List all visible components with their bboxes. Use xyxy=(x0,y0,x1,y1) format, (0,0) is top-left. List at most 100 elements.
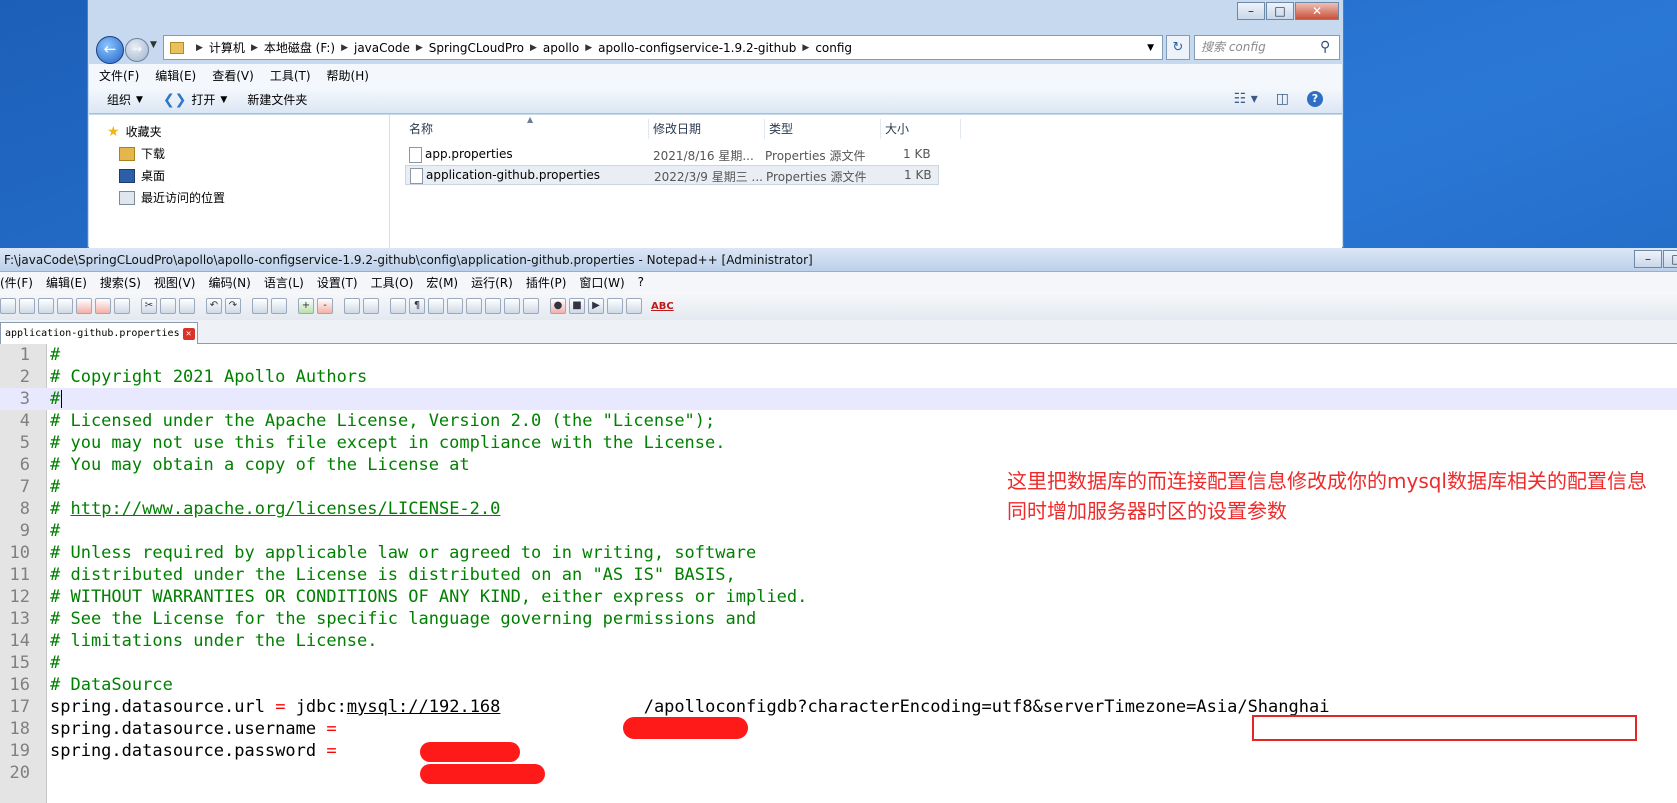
line-text: # xyxy=(50,521,61,541)
preview-pane-icon[interactable]: ◫ xyxy=(1276,91,1289,107)
cut-icon[interactable]: ✂ xyxy=(141,298,157,314)
minimize-icon[interactable]: – xyxy=(1237,2,1265,20)
print-icon[interactable] xyxy=(114,298,130,314)
line-text: spring.datasource.url = jdbc:mysql://192… xyxy=(50,696,1329,718)
sync-horizontal-icon[interactable] xyxy=(363,298,379,314)
menu-encoding[interactable]: 编码(N) xyxy=(208,274,250,291)
stop-macro-icon[interactable]: ■ xyxy=(569,298,585,314)
chevron-down-icon: ▼ xyxy=(136,94,143,105)
new-file-icon[interactable] xyxy=(0,298,16,314)
menu-help[interactable]: 帮助(H) xyxy=(327,67,369,84)
nav-item-desktop[interactable]: 桌面 xyxy=(119,167,165,184)
paste-icon[interactable] xyxy=(179,298,195,314)
help-icon[interactable]: ? xyxy=(1307,91,1323,107)
record-macro-icon[interactable]: ● xyxy=(550,298,566,314)
copy-icon[interactable] xyxy=(160,298,176,314)
search-input[interactable]: 搜索 config xyxy=(1194,35,1340,60)
replace-icon[interactable] xyxy=(271,298,287,314)
chevron-right-icon[interactable]: ▶ xyxy=(802,43,809,53)
tab-application-github-properties[interactable]: application-github.properties ✕ xyxy=(0,322,198,344)
column-header-date[interactable]: 修改日期 xyxy=(649,119,765,139)
play-multiple-icon[interactable] xyxy=(607,298,623,314)
chevron-right-icon[interactable]: ▶ xyxy=(341,43,348,53)
zoom-out-icon[interactable]: - xyxy=(317,298,333,314)
doc-map-icon[interactable] xyxy=(466,298,482,314)
menu-plugins[interactable]: 插件(P) xyxy=(526,274,567,291)
spell-check-icon[interactable]: ABC xyxy=(651,301,674,312)
menu-file[interactable]: (件(F) xyxy=(0,274,33,291)
chevron-right-icon[interactable]: ▶ xyxy=(196,43,203,53)
column-header-size[interactable]: 大小 xyxy=(881,119,961,139)
menu-tools[interactable]: 工具(T) xyxy=(270,67,311,84)
history-dropdown-icon[interactable]: ▼ xyxy=(150,40,157,50)
search-icon[interactable]: ⚲ xyxy=(1320,39,1330,55)
show-all-chars-icon[interactable]: ¶ xyxy=(409,298,425,314)
nav-item-recent[interactable]: 最近访问的位置 xyxy=(119,189,225,206)
redo-icon[interactable]: ↷ xyxy=(225,298,241,314)
word-wrap-icon[interactable] xyxy=(390,298,406,314)
breadcrumb-item[interactable]: javaCode xyxy=(354,41,410,55)
file-row[interactable]: app.properties 2021/8/16 星期... Propertie… xyxy=(405,145,939,165)
indent-guide-icon[interactable] xyxy=(428,298,444,314)
close-all-icon[interactable] xyxy=(95,298,111,314)
maximize-icon[interactable]: □ xyxy=(1266,2,1294,20)
undo-icon[interactable]: ↶ xyxy=(206,298,222,314)
sync-vertical-icon[interactable] xyxy=(344,298,360,314)
breadcrumb-item[interactable]: apollo-configservice-1.9.2-github xyxy=(598,41,796,55)
menu-view[interactable]: 视图(V) xyxy=(154,274,196,291)
column-header-type[interactable]: 类型 xyxy=(765,119,881,139)
menu-tools[interactable]: 工具(O) xyxy=(371,274,414,291)
address-dropdown-icon[interactable]: ▼ xyxy=(1147,43,1154,53)
breadcrumb-item[interactable]: config xyxy=(815,41,852,55)
minimize-icon[interactable]: – xyxy=(1634,250,1662,268)
menu-settings[interactable]: 设置(T) xyxy=(317,274,358,291)
new-folder-label: 新建文件夹 xyxy=(247,93,308,107)
menu-help[interactable]: ? xyxy=(638,275,644,289)
close-icon[interactable]: ✕ xyxy=(1295,2,1339,20)
nav-item-label: 桌面 xyxy=(141,169,166,183)
function-list-icon[interactable] xyxy=(485,298,501,314)
menu-run[interactable]: 运行(R) xyxy=(471,274,513,291)
open-file-icon[interactable] xyxy=(19,298,35,314)
back-arrow-icon[interactable]: ← xyxy=(96,36,124,64)
save-icon[interactable] xyxy=(38,298,54,314)
chevron-right-icon[interactable]: ▶ xyxy=(585,43,592,53)
organize-button[interactable]: 组织 ▼ xyxy=(107,91,143,108)
save-all-icon[interactable] xyxy=(57,298,73,314)
breadcrumb-item[interactable]: 计算机 xyxy=(209,39,245,56)
menu-window[interactable]: 窗口(W) xyxy=(579,274,624,291)
file-row[interactable]: application-github.properties 2022/3/9 星… xyxy=(405,165,939,185)
menu-view[interactable]: 查看(V) xyxy=(212,67,254,84)
menu-macro[interactable]: 宏(M) xyxy=(426,274,458,291)
maximize-icon[interactable]: □ xyxy=(1663,250,1677,268)
open-button[interactable]: ❮❯ 打开 ▼ xyxy=(163,91,227,108)
chevron-right-icon[interactable]: ▶ xyxy=(530,43,537,53)
nav-item-downloads[interactable]: 下载 xyxy=(119,145,165,162)
chevron-right-icon[interactable]: ▶ xyxy=(416,43,423,53)
close-tab-icon[interactable]: ✕ xyxy=(182,327,195,340)
udl-icon[interactable] xyxy=(447,298,463,314)
breadcrumb-item[interactable]: apollo xyxy=(543,41,579,55)
nav-item-favorites[interactable]: ★ 收藏夹 xyxy=(107,123,162,140)
menu-edit[interactable]: 编辑(E) xyxy=(155,67,196,84)
new-folder-button[interactable]: 新建文件夹 xyxy=(247,91,307,108)
monitoring-icon[interactable] xyxy=(523,298,539,314)
forward-arrow-icon[interactable]: → xyxy=(125,38,149,62)
chevron-right-icon[interactable]: ▶ xyxy=(251,43,258,53)
view-options-icon[interactable]: ☷ ▾ xyxy=(1234,91,1258,107)
menu-file[interactable]: 文件(F) xyxy=(99,67,139,84)
zoom-in-icon[interactable]: + xyxy=(298,298,314,314)
license-link[interactable]: http://www.apache.org/licenses/LICENSE-2… xyxy=(71,499,501,519)
menu-language[interactable]: 语言(L) xyxy=(264,274,304,291)
find-icon[interactable] xyxy=(252,298,268,314)
menu-search[interactable]: 搜索(S) xyxy=(100,274,141,291)
address-bar[interactable]: ▶ 计算机 ▶ 本地磁盘 (F:) ▶ javaCode ▶ SpringCLo… xyxy=(163,35,1163,60)
folder-workspace-icon[interactable] xyxy=(504,298,520,314)
refresh-icon[interactable]: ↻ xyxy=(1166,35,1190,60)
menu-edit[interactable]: 编辑(E) xyxy=(46,274,87,291)
close-file-icon[interactable] xyxy=(76,298,92,314)
save-macro-icon[interactable] xyxy=(626,298,642,314)
play-macro-icon[interactable]: ▶ xyxy=(588,298,604,314)
breadcrumb-item[interactable]: 本地磁盘 (F:) xyxy=(264,39,335,56)
breadcrumb-item[interactable]: SpringCLoudPro xyxy=(429,41,524,55)
